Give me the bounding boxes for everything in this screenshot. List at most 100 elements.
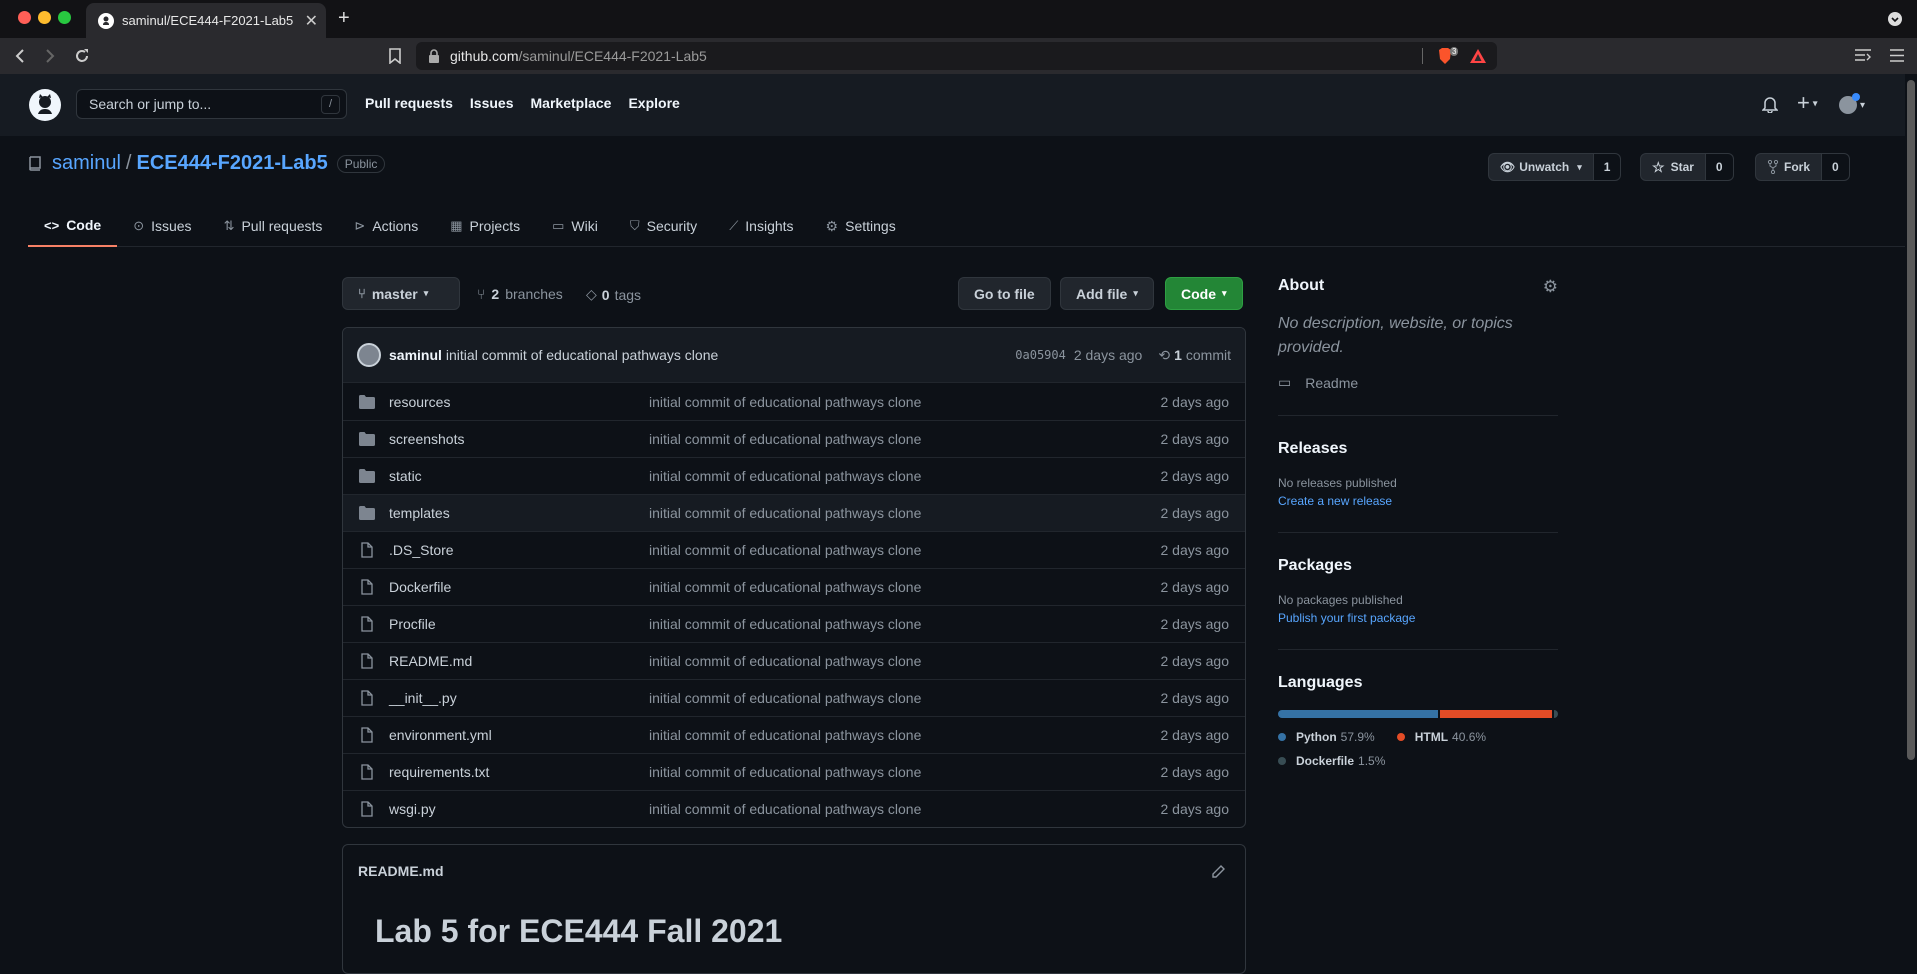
brave-shields-button[interactable]: 3 (1436, 47, 1459, 65)
tab-security[interactable]: ⛉ Security (614, 205, 713, 247)
file-name-link[interactable]: Dockerfile (389, 579, 649, 595)
go-to-file-button[interactable]: Go to file (958, 277, 1051, 310)
tab-issues[interactable]: ⊙ Issues (117, 205, 207, 247)
fork-button[interactable]: Fork (1755, 153, 1823, 181)
tab-pull-requests[interactable]: ⇅ Pull requests (208, 205, 339, 247)
file-commit-message[interactable]: initial commit of educational pathways c… (649, 468, 1161, 484)
file-row[interactable]: Procfile initial commit of educational pa… (343, 605, 1245, 642)
new-tab-icon[interactable]: + (338, 7, 350, 30)
file-name-link[interactable]: requirements.txt (389, 764, 649, 780)
user-avatar-menu[interactable]: ▾ (1839, 93, 1865, 114)
file-row[interactable]: screenshots initial commit of educational… (343, 420, 1245, 457)
tab-menu-chevron-icon[interactable] (1888, 12, 1902, 26)
reload-icon[interactable] (74, 48, 90, 64)
packages-title[interactable]: Packages (1278, 557, 1558, 575)
file-name-link[interactable]: environment.yml (389, 727, 649, 743)
minimize-window-button[interactable] (38, 11, 51, 24)
forward-icon[interactable] (42, 48, 58, 64)
tab-insights[interactable]: ⟋ Insights (713, 205, 809, 247)
close-tab-icon[interactable]: ✕ (305, 11, 318, 31)
address-bar[interactable]: github.com/saminul/ECE444-F2021-Lab5 3 (416, 42, 1497, 70)
browser-tab[interactable]: saminul/ECE444-F2021-Lab5 ✕ (86, 3, 326, 38)
file-name-link[interactable]: resources (389, 394, 649, 410)
nav-explore[interactable]: Explore (628, 95, 679, 111)
file-commit-message[interactable]: initial commit of educational pathways c… (649, 431, 1161, 447)
file-commit-message[interactable]: initial commit of educational pathways c… (649, 616, 1161, 632)
file-row[interactable]: wsgi.py initial commit of educational pat… (343, 790, 1245, 827)
commit-count[interactable]: 1 (1174, 347, 1182, 363)
file-name-link[interactable]: .DS_Store (389, 542, 649, 558)
tab-wiki[interactable]: ▭ Wiki (536, 205, 614, 247)
github-logo-icon[interactable] (29, 89, 61, 121)
nav-marketplace[interactable]: Marketplace (531, 95, 612, 111)
nav-issues[interactable]: Issues (470, 95, 514, 111)
repo-name-link[interactable]: ECE444-F2021-Lab5 (136, 152, 327, 175)
file-commit-message[interactable]: initial commit of educational pathways c… (649, 690, 1161, 706)
notifications-bell-icon[interactable] (1762, 96, 1778, 113)
file-name-link[interactable]: static (389, 468, 649, 484)
file-name-link[interactable]: wsgi.py (389, 801, 649, 817)
file-commit-message[interactable]: initial commit of educational pathways c… (649, 727, 1161, 743)
commit-sha[interactable]: 0a05904 (1015, 348, 1066, 362)
file-commit-message[interactable]: initial commit of educational pathways c… (649, 542, 1161, 558)
tags-link[interactable]: ◇ 0 tags (586, 286, 641, 303)
file-row[interactable]: README.md initial commit of educational p… (343, 642, 1245, 679)
readme-link[interactable]: ▭ Readme (1278, 374, 1558, 391)
commit-count-label[interactable]: commit (1186, 347, 1231, 363)
branch-select-button[interactable]: ⑂ master ▾ (342, 277, 460, 310)
language-item[interactable]: HTML 40.6% (1396, 730, 1486, 744)
commit-author[interactable]: saminul (389, 347, 442, 363)
create-release-link[interactable]: Create a new release (1278, 494, 1558, 508)
file-commit-message[interactable]: initial commit of educational pathways c… (649, 653, 1161, 669)
file-row[interactable]: requirements.txt initial commit of educat… (343, 753, 1245, 790)
file-commit-message[interactable]: initial commit of educational pathways c… (649, 394, 1161, 410)
tab-actions[interactable]: ⊳ Actions (338, 205, 434, 247)
file-row[interactable]: static initial commit of educational path… (343, 457, 1245, 494)
reading-list-icon[interactable] (1855, 49, 1871, 62)
tab-code[interactable]: <> Code (28, 205, 118, 247)
create-new-icon[interactable]: + ▾ (1797, 90, 1818, 116)
releases-title[interactable]: Releases (1278, 440, 1558, 458)
close-window-button[interactable] (18, 11, 31, 24)
file-name-link[interactable]: README.md (389, 653, 649, 669)
star-button[interactable]: ☆ Star (1640, 153, 1706, 181)
file-name-link[interactable]: Procfile (389, 616, 649, 632)
brave-rewards-icon[interactable] (1470, 49, 1486, 63)
file-row[interactable]: .DS_Store initial commit of educational p… (343, 531, 1245, 568)
zoom-window-button[interactable] (58, 11, 71, 24)
code-button[interactable]: Code ▾ (1165, 277, 1243, 310)
commit-message[interactable]: initial commit of educational pathways c… (446, 347, 1015, 363)
file-row[interactable]: resources initial commit of educational p… (343, 383, 1245, 420)
publish-package-link[interactable]: Publish your first package (1278, 611, 1558, 625)
file-commit-message[interactable]: initial commit of educational pathways c… (649, 579, 1161, 595)
file-commit-message[interactable]: initial commit of educational pathways c… (649, 505, 1161, 521)
file-name-link[interactable]: screenshots (389, 431, 649, 447)
file-row[interactable]: __init__.py initial commit of educational… (343, 679, 1245, 716)
browser-menu-icon[interactable] (1890, 49, 1904, 62)
nav-pull-requests[interactable]: Pull requests (365, 95, 453, 111)
unwatch-button[interactable]: 👁 Unwatch ▾ (1488, 153, 1594, 181)
file-row[interactable]: Dockerfile initial commit of educational … (343, 568, 1245, 605)
repo-owner-link[interactable]: saminul (52, 152, 121, 175)
language-item[interactable]: Python 57.9% (1278, 730, 1375, 744)
back-icon[interactable] (12, 48, 28, 64)
file-name-link[interactable]: templates (389, 505, 649, 521)
tab-projects[interactable]: ▦ Projects (434, 205, 536, 247)
author-avatar[interactable] (357, 343, 381, 367)
watch-count[interactable]: 1 (1593, 153, 1622, 181)
scrollbar-thumb[interactable] (1907, 80, 1915, 760)
bookmark-icon[interactable] (388, 48, 402, 64)
file-commit-message[interactable]: initial commit of educational pathways c… (649, 801, 1161, 817)
edit-pencil-icon[interactable] (1211, 865, 1225, 879)
star-count[interactable]: 0 (1705, 153, 1734, 181)
search-input[interactable]: Search or jump to... / (76, 89, 347, 119)
language-item[interactable]: Dockerfile 1.5% (1278, 754, 1536, 768)
file-name-link[interactable]: __init__.py (389, 690, 649, 706)
add-file-button[interactable]: Add file ▾ (1060, 277, 1154, 310)
file-row[interactable]: templates initial commit of educational p… (343, 494, 1245, 531)
gear-icon[interactable]: ⚙ (1543, 277, 1558, 297)
fork-count[interactable]: 0 (1822, 153, 1850, 181)
tab-settings[interactable]: ⚙ Settings (810, 205, 912, 247)
file-commit-message[interactable]: initial commit of educational pathways c… (649, 764, 1161, 780)
branches-link[interactable]: ⑂ 2 branches (477, 286, 563, 302)
